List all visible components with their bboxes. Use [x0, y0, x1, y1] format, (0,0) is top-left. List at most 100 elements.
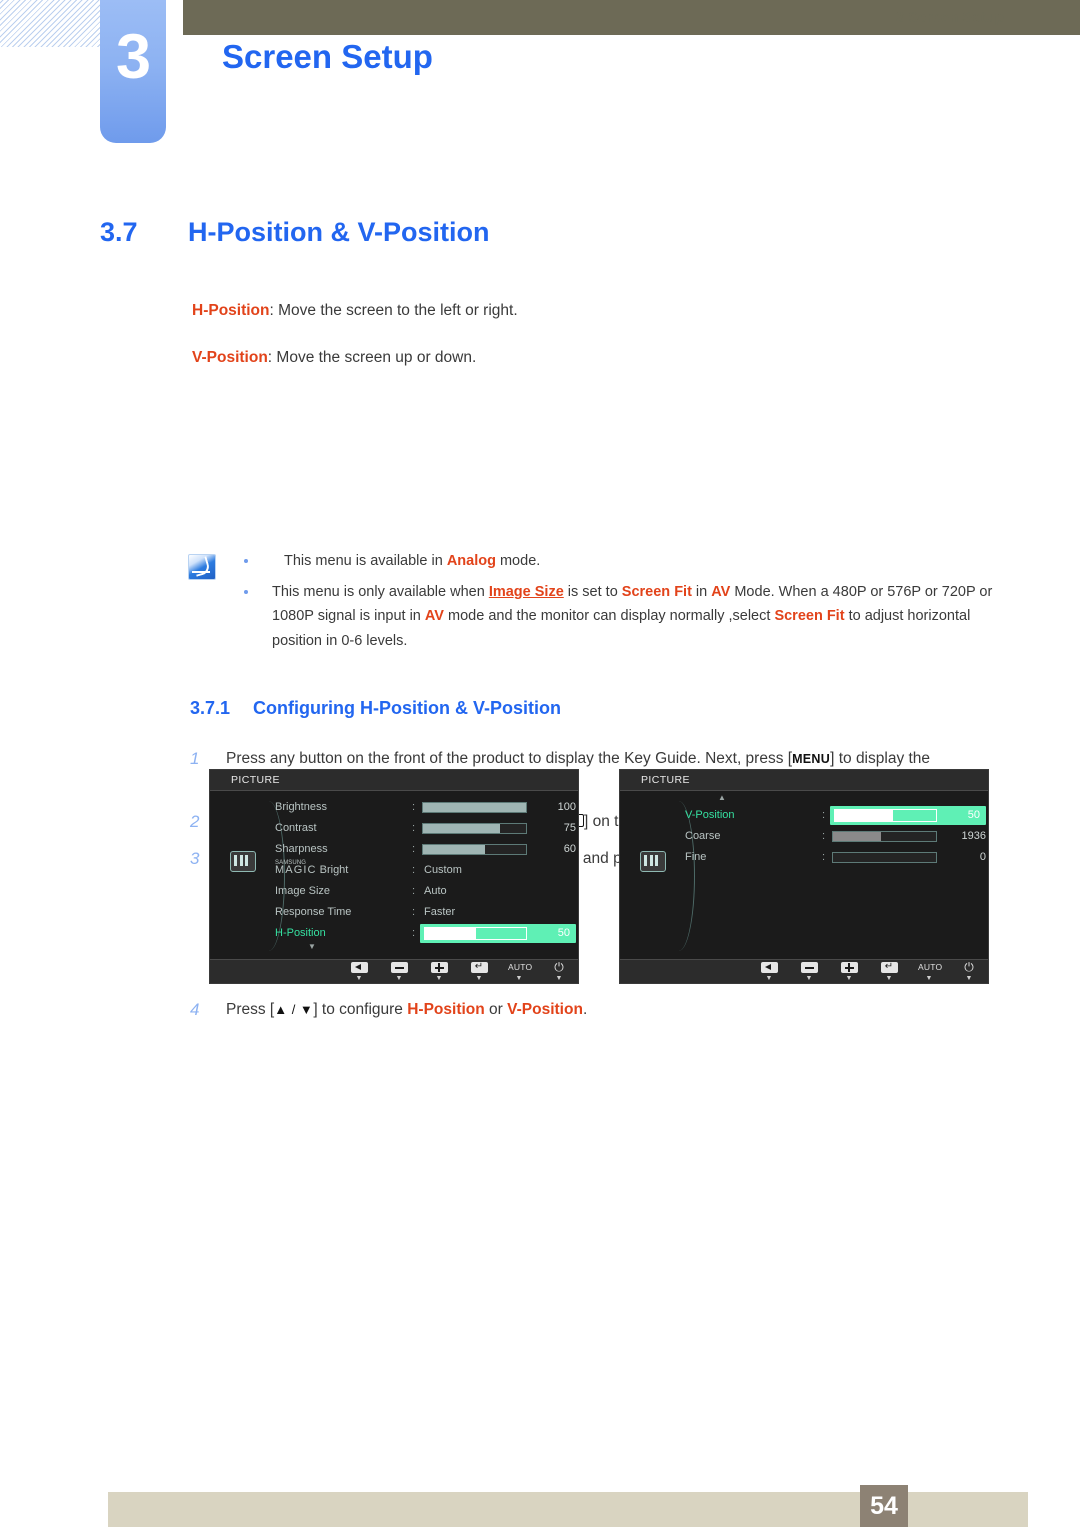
osd-back-key[interactable]: ▼ [758, 962, 780, 982]
osd-row-brightness[interactable]: Brightness : 100 [264, 797, 576, 818]
osd-value-response-time: Faster [424, 906, 456, 918]
osd-row-sharpness[interactable]: Sharpness : 60 [264, 839, 576, 860]
osd-bar-coarse[interactable] [832, 831, 937, 842]
osd-row-image-size[interactable]: Image Size : Auto [264, 881, 574, 902]
osd-bar-fine[interactable] [832, 852, 937, 863]
osd-left-rows: Brightness : 100 Contrast : 75 Sharpness… [264, 797, 576, 944]
v-position-desc: : Move the screen up or down. [267, 349, 477, 366]
power-icon: ⏻ [964, 960, 974, 974]
bullet2-screen-fit-1: Screen Fit [621, 583, 692, 600]
section-heading: 3.7 H-Position & V-Position [100, 217, 490, 248]
osd-colon: : [412, 864, 416, 876]
bullet2-mid2: in [691, 583, 712, 600]
osd-colon: : [822, 830, 826, 842]
section-number: 3.7 [100, 217, 138, 247]
osd-auto-label: AUTO [508, 962, 533, 972]
osd-auto-key[interactable]: AUTO ▼ [918, 962, 943, 982]
osd-label-v-position: V-Position [685, 809, 735, 821]
osd-right-titlebar: PICTURE [620, 770, 988, 791]
intro-line-v-position: V-Position: Move the screen up or down. [192, 346, 476, 370]
osd-auto-label: AUTO [918, 962, 943, 972]
osd-colon: : [412, 822, 416, 834]
note-pencil-icon [188, 554, 216, 580]
osd-plus-key[interactable]: ▼ [428, 962, 450, 982]
osd-right-body: ▲ V-Position : 50 Coarse : 1936 Fine: 0 [620, 791, 988, 960]
note-bullet-1: This menu is available in Analog mode. [236, 549, 1006, 574]
v-position-term: V-Position [192, 349, 268, 366]
osd-value-coarse: 1936 [961, 830, 986, 842]
osd-value-sharpness: 60 [563, 843, 576, 855]
bullet1-pre: This menu is available in [284, 553, 447, 569]
osd-left-key-guide: ▼ ▼ ▼ ↵ ▼ AUTO ▼ ⏻ ▼ [210, 959, 578, 983]
osd-bar-h-position[interactable] [424, 927, 527, 940]
osd-label-brightness: Brightness [275, 801, 327, 813]
osd-scroll-up-marker: ▲ [718, 793, 726, 802]
bullet2-av-2: AV [424, 608, 444, 624]
osd-row-contrast[interactable]: Contrast : 75 [264, 818, 576, 839]
osd-plus-key[interactable]: ▼ [838, 962, 860, 982]
samsung-superscript: SAMSUNG [275, 860, 307, 866]
step-1-text-a: Press any button on the front of the pro… [226, 750, 793, 767]
osd-screenshot-right: PICTURE ▲ V-Position : 50 Coarse : 1936 [619, 769, 989, 984]
bullet2-mid4: mode and the monitor can display normall… [443, 608, 775, 624]
chapter-title: Screen Setup [222, 38, 433, 75]
osd-enter-key[interactable]: ↵ ▼ [468, 961, 490, 982]
osd-colon: : [822, 809, 826, 821]
menu-key-label: MENU [792, 752, 831, 766]
osd-auto-key[interactable]: AUTO ▼ [508, 962, 533, 982]
note-bullet-2: This menu is only available when Image S… [236, 580, 1006, 654]
osd-value-v-position: 50 [967, 809, 980, 821]
osd-power-key[interactable]: ⏻ ▼ [958, 960, 980, 982]
bullet2-screen-fit-2: Screen Fit [774, 608, 845, 624]
osd-bar-contrast[interactable] [422, 823, 527, 834]
step-4-text-b: ] to configure [313, 1001, 408, 1018]
bullet2-av-1: AV [711, 583, 731, 600]
power-icon: ⏻ [554, 960, 564, 974]
h-position-desc: : Move the screen to the left or right. [269, 302, 518, 319]
osd-value-fine: 0 [979, 851, 986, 863]
osd-right-title: PICTURE [641, 774, 690, 786]
osd-back-key[interactable]: ▼ [348, 962, 370, 982]
step-4-text-d: . [582, 1001, 588, 1018]
osd-bar-brightness[interactable] [422, 802, 527, 813]
osd-bar-sharpness[interactable] [422, 844, 527, 855]
osd-row-magicbright[interactable]: SAMSUNG MAGIC Bright : Custom [264, 860, 574, 881]
osd-value-magicbright: Custom [424, 864, 462, 876]
osd-enter-key[interactable]: ↵ ▼ [878, 961, 900, 982]
subsection-number: 3.7.1 [190, 698, 231, 718]
bullet1-analog: Analog [446, 553, 496, 569]
bullet2-image-size: Image Size [488, 583, 564, 600]
osd-colon: : [822, 851, 826, 863]
picture-bars-icon [640, 851, 666, 872]
osd-value-contrast: 75 [563, 822, 576, 834]
osd-row-v-position[interactable]: V-Position : 50 [674, 805, 986, 826]
step-4-text-a: Press [ [226, 1001, 275, 1018]
bright-word: Bright [319, 864, 349, 876]
picture-bars-icon [230, 851, 256, 872]
chapter-number: 3 [115, 22, 151, 92]
note-bullet-list: This menu is available in Analog mode. T… [236, 549, 1006, 659]
osd-label-response-time: Response Time [275, 906, 352, 918]
osd-power-key[interactable]: ⏻ ▼ [548, 960, 570, 982]
osd-colon: : [412, 906, 416, 918]
osd-bar-v-position[interactable] [834, 809, 937, 822]
osd-row-h-position[interactable]: H-Position : 50 [264, 923, 576, 944]
osd-label-contrast: Contrast [275, 822, 317, 834]
osd-left-titlebar: PICTURE [210, 770, 578, 791]
osd-right-rows: V-Position : 50 Coarse : 1936 Fine : 0 [674, 805, 986, 868]
osd-minus-key[interactable]: ▼ [798, 962, 820, 982]
step-4-v-position: V-Position [507, 1001, 583, 1018]
osd-row-fine[interactable]: Fine : 0 [674, 847, 986, 868]
step-4-text-c: or [484, 1001, 508, 1018]
bullet2-pre: This menu is only available when [272, 583, 489, 600]
osd-minus-key[interactable]: ▼ [388, 962, 410, 982]
osd-row-response-time[interactable]: Response Time : Faster [264, 902, 574, 923]
osd-row-coarse[interactable]: Coarse : 1936 [674, 826, 986, 847]
hatch-decoration [0, 0, 108, 47]
h-position-term: H-Position [192, 302, 270, 319]
osd-scroll-down-marker: ▼ [308, 942, 316, 951]
osd-label-image-size: Image Size [275, 885, 331, 897]
osd-label-h-position: H-Position [275, 927, 326, 939]
osd-colon: : [412, 927, 416, 939]
osd-value-h-position: 50 [557, 927, 570, 939]
